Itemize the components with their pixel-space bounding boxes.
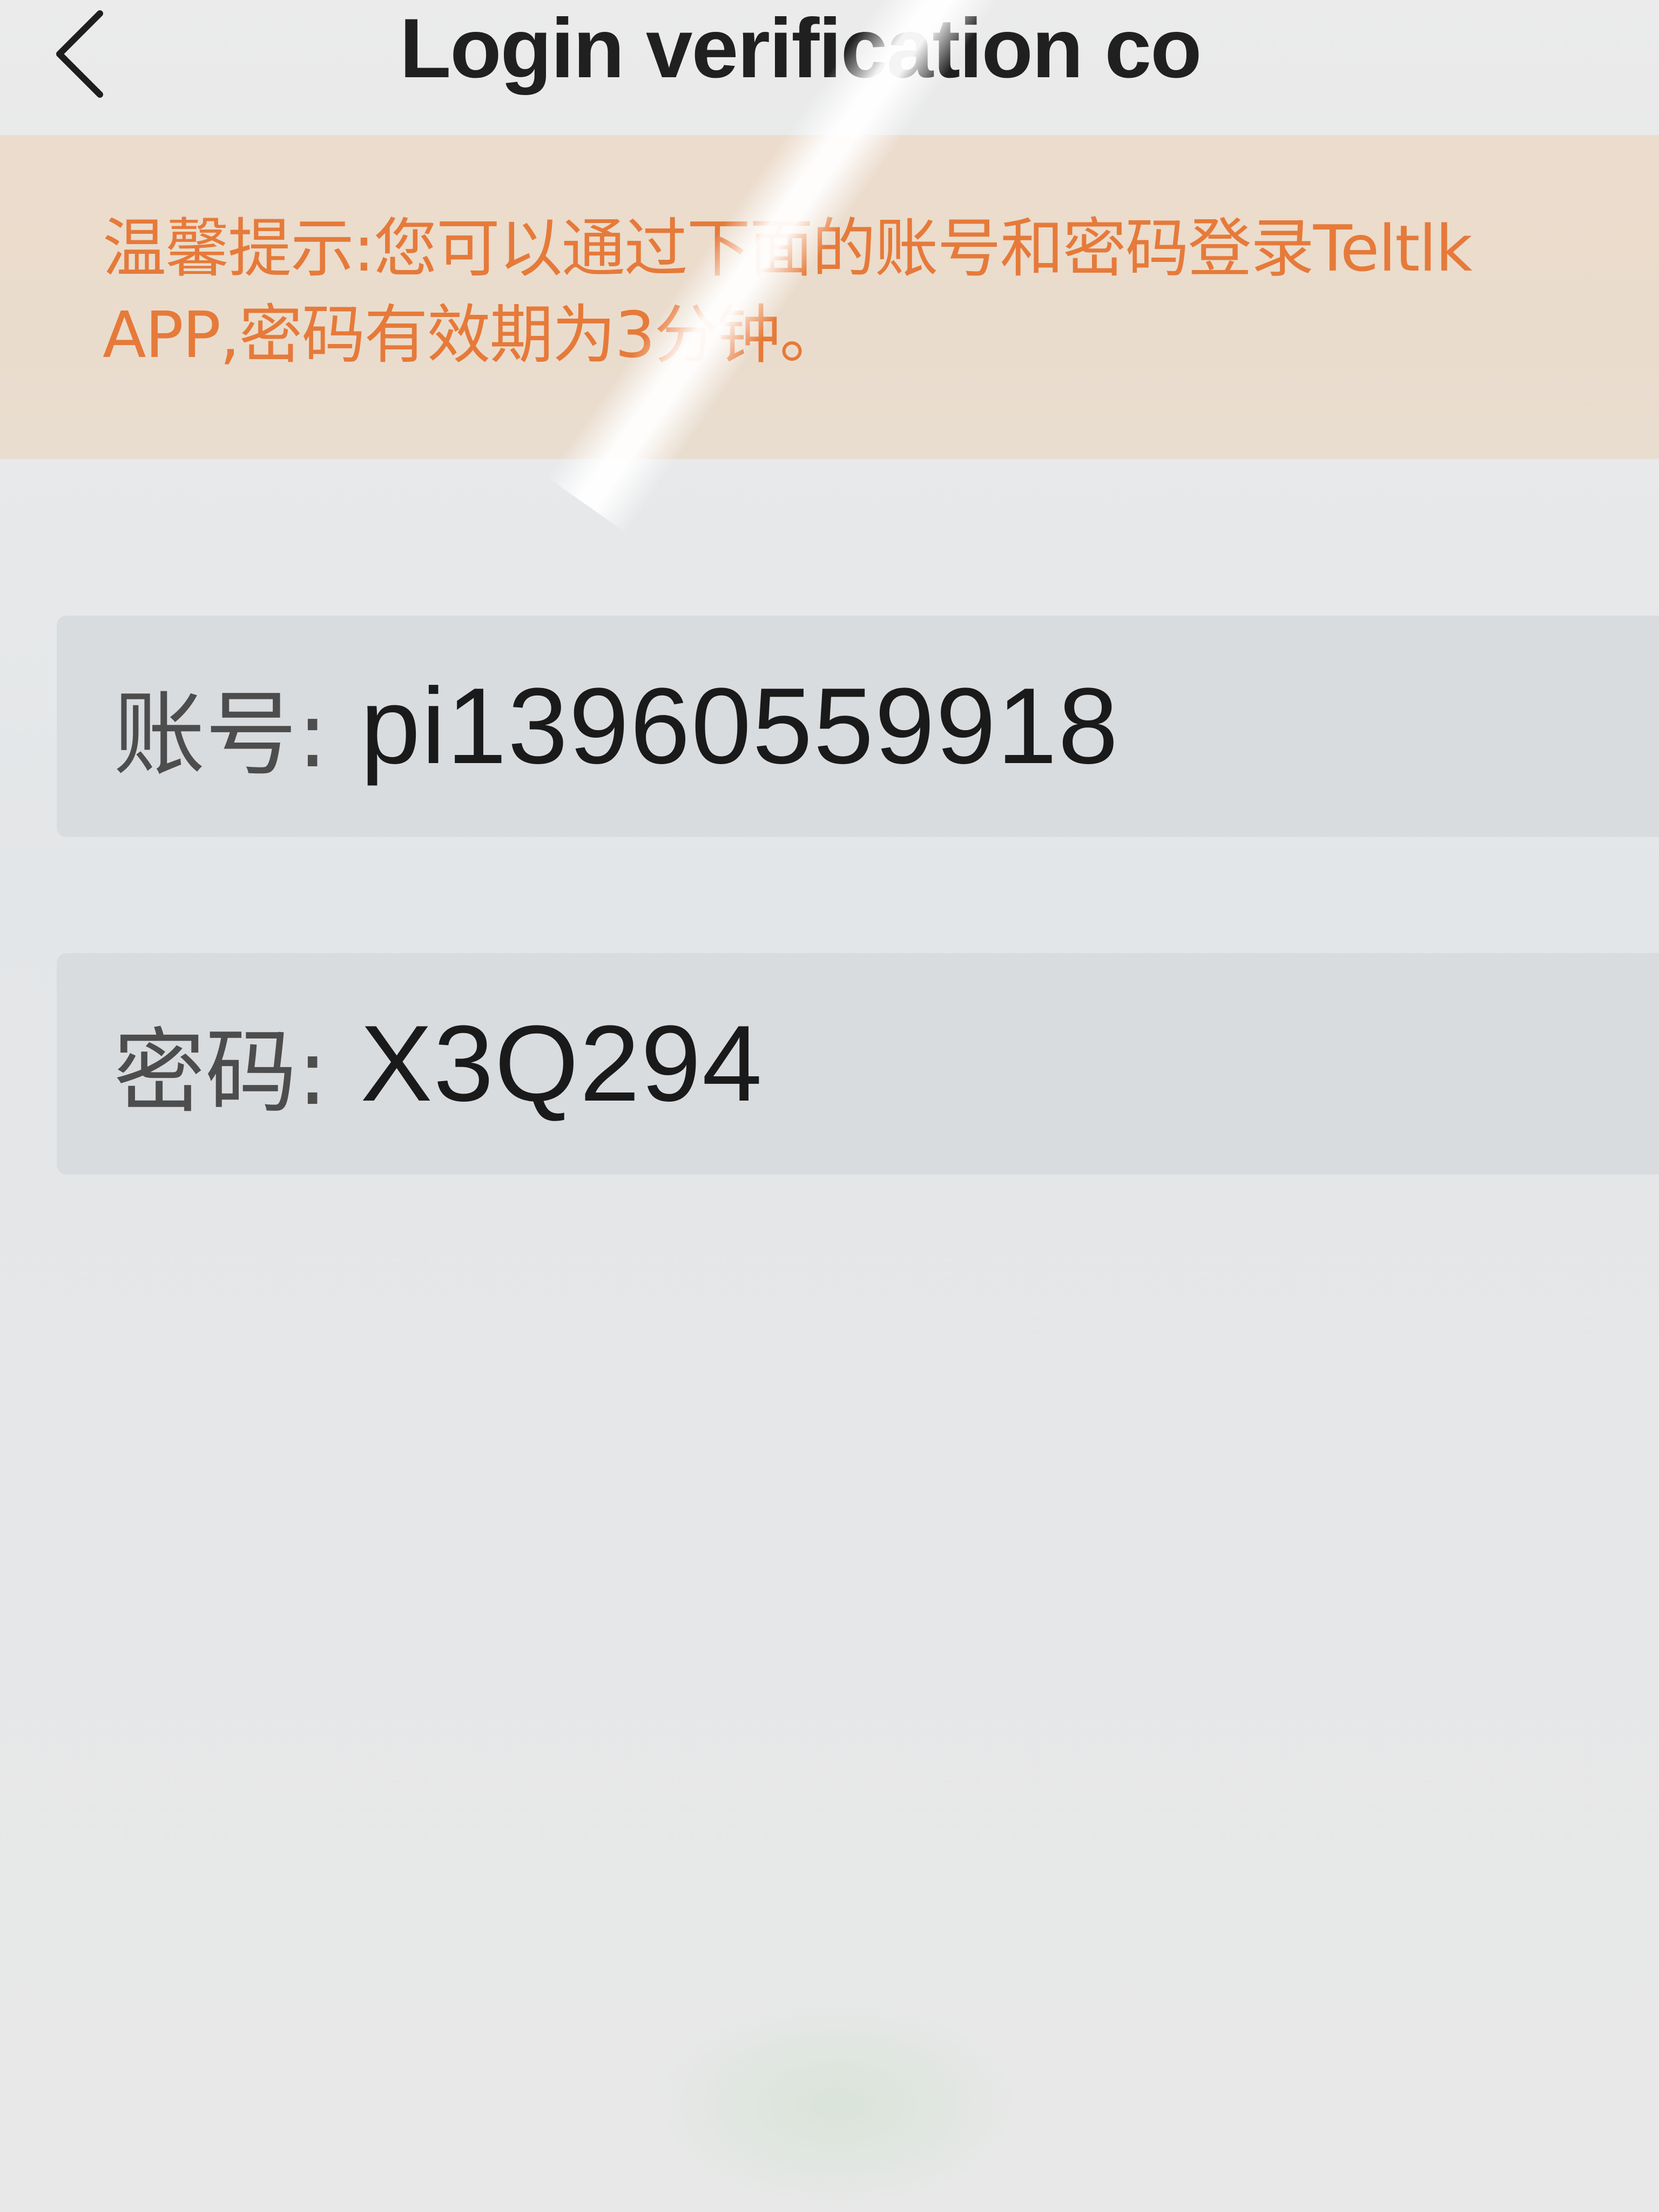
chevron-left-icon	[56, 10, 103, 98]
back-button[interactable]	[38, 0, 119, 108]
header-bar: Login verification co	[0, 0, 1659, 135]
notice-banner: 温馨提示:您可以通过下面的账号和密码登录Teltlk APP,密码有效期为3分钟…	[0, 135, 1659, 459]
page-title: Login verification co	[400, 2, 1202, 96]
password-label: 密码:	[113, 1019, 328, 1126]
account-label: 账号:	[113, 682, 328, 788]
password-value[interactable]: X3Q294	[360, 1002, 763, 1126]
notice-text: 温馨提示:您可以通过下面的账号和密码登录Teltlk APP,密码有效期为3分钟…	[103, 211, 1473, 372]
account-value[interactable]: pi13960559918	[360, 664, 1119, 788]
password-field[interactable]: 密码: X3Q294	[57, 953, 1659, 1175]
screen-reflection	[648, 1998, 1026, 2212]
account-field[interactable]: 账号: pi13960559918	[57, 616, 1659, 837]
